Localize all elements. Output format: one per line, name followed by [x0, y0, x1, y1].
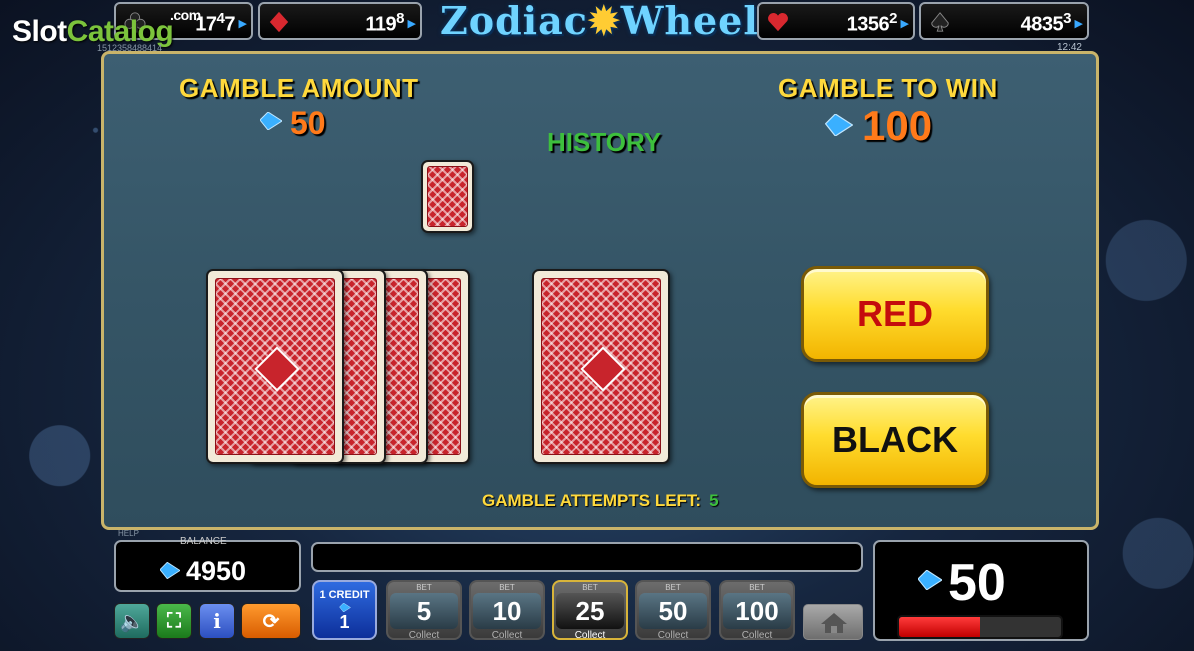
bet-value: 10: [473, 593, 541, 629]
arrow-right-icon: ▶: [1074, 18, 1083, 30]
credit-button[interactable]: 1 CREDIT 1: [312, 580, 377, 640]
spade-icon: [931, 12, 949, 32]
win-progress-bar: [897, 615, 1063, 639]
bet-button-25[interactable]: BET 25 Collect: [552, 580, 628, 641]
jackpot-diamond-value: 119: [365, 13, 397, 36]
jackpot-spade: 48353 ▶: [919, 2, 1089, 40]
win-progress-fill: [899, 617, 980, 637]
bet-button-100[interactable]: BET 100 Collect: [719, 580, 795, 641]
red-button[interactable]: RED: [801, 266, 989, 362]
black-button[interactable]: BLACK: [801, 392, 989, 488]
gamble-to-win-value: 100: [862, 102, 933, 149]
repeat-icon: ⟳: [262, 610, 280, 633]
diamond-icon: [269, 11, 289, 33]
bet-button-5[interactable]: BET 5 Collect: [386, 580, 462, 641]
heart-icon: [768, 12, 788, 32]
fullscreen-button[interactable]: ⛶: [156, 603, 192, 639]
balance-value: 4950: [186, 556, 247, 586]
arrow-right-icon: ▶: [900, 18, 909, 30]
home-icon: [821, 613, 847, 633]
gamble-attempts-label: GAMBLE ATTEMPTS LEFT:: [482, 491, 702, 510]
home-button[interactable]: [803, 604, 863, 640]
gamble-attempts: GAMBLE ATTEMPTS LEFT: 5: [482, 491, 719, 511]
diamond-gem-icon: [160, 562, 180, 579]
speaker-icon: 🔈: [119, 610, 145, 633]
message-box: [311, 542, 863, 572]
diamond-gem-icon: [825, 114, 853, 136]
help-label: HELP: [118, 529, 139, 538]
balance-label: BALANCE: [180, 536, 227, 547]
info-icon: i: [213, 609, 221, 633]
bet-value: 50: [639, 593, 707, 629]
diamond-gem-icon: [918, 570, 942, 590]
history-card: [421, 160, 474, 233]
jackpot-diamond: 1198 ▶: [258, 2, 422, 40]
arrow-right-icon: ▶: [238, 18, 247, 30]
bet-value: 100: [723, 593, 791, 629]
gamble-attempts-value: 5: [709, 491, 719, 510]
sun-icon: ✹: [587, 0, 621, 43]
bet-value: 5: [390, 593, 458, 629]
credit-value: 1: [339, 612, 350, 632]
game-logo: Zodiac✹Wheel: [440, 0, 759, 43]
info-button[interactable]: i: [199, 603, 235, 639]
jackpot-heart-value: 1356: [846, 13, 890, 36]
arrow-right-icon: ▶: [407, 18, 416, 30]
gamble-to-win-label: GAMBLE TO WIN: [778, 73, 998, 103]
autoplay-button[interactable]: ⟳: [241, 603, 301, 639]
diamond-gem-icon: [260, 112, 282, 130]
gamble-amount-value: 50: [290, 105, 326, 141]
sound-button[interactable]: 🔈: [114, 603, 150, 639]
win-value: 50: [948, 554, 1006, 612]
gamble-amount-label: GAMBLE AMOUNT: [179, 73, 419, 103]
bet-button-50[interactable]: BET 50 Collect: [635, 580, 711, 641]
gamble-panel: GAMBLE AMOUNT 50 GAMBLE TO WIN 100 HISTO…: [101, 51, 1099, 530]
jackpot-spade-value: 4835: [1020, 13, 1064, 36]
deck-card-top: [206, 269, 344, 464]
bet-value: 25: [556, 593, 624, 629]
history-label: HISTORY: [547, 127, 662, 157]
diamond-gem-icon: [338, 603, 351, 612]
gamble-card: [532, 269, 670, 464]
bet-button-10[interactable]: BET 10 Collect: [469, 580, 545, 641]
credit-label: 1 CREDIT: [319, 589, 370, 601]
fullscreen-icon: ⛶: [167, 609, 181, 632]
jackpot-heart: 13562 ▶: [757, 2, 915, 40]
